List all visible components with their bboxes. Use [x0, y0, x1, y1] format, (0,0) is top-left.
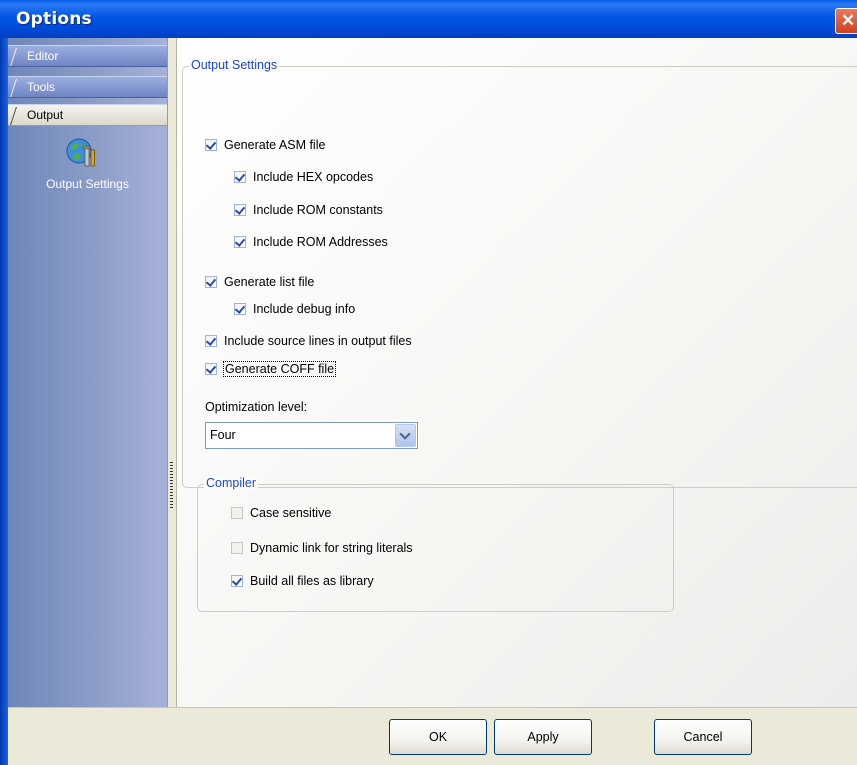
- checkbox-label: Include ROM Addresses: [253, 235, 388, 249]
- checkbox-box[interactable]: [231, 507, 243, 519]
- select-value: Four: [210, 428, 236, 442]
- checkbox-box[interactable]: [205, 276, 217, 288]
- checkbox-generate-coff-file[interactable]: Generate COFF file: [205, 359, 337, 379]
- checkbox-include-hex-opcodes[interactable]: Include HEX opcodes: [234, 167, 373, 187]
- sidebar-tab-label: Editor: [27, 49, 59, 63]
- window-title: Options: [16, 9, 92, 29]
- settings-panel: Output Settings Generate ASM file Includ…: [176, 38, 857, 707]
- checkbox-label: Generate COFF file: [222, 361, 337, 377]
- checkbox-label: Case sensitive: [250, 506, 332, 520]
- chevron-down-icon[interactable]: [395, 424, 416, 447]
- checkbox-generate-list-file[interactable]: Generate list file: [205, 272, 314, 292]
- checkbox-include-rom-constants[interactable]: Include ROM constants: [234, 200, 383, 220]
- checkbox-box[interactable]: [205, 139, 217, 151]
- checkbox-dynamic-link[interactable]: Dynamic link for string literals: [231, 538, 413, 558]
- tab-edge-icon: [10, 48, 25, 66]
- checkbox-box[interactable]: [234, 236, 246, 248]
- tab-edge-icon: [10, 79, 25, 97]
- checkbox-box[interactable]: [205, 335, 217, 347]
- checkbox-label: Include ROM constants: [253, 203, 383, 217]
- checkbox-include-source-lines[interactable]: Include source lines in output files: [205, 331, 412, 351]
- sidebar-tab-editor[interactable]: Editor: [8, 45, 167, 67]
- checkbox-build-all-as-library[interactable]: Build all files as library: [231, 571, 374, 591]
- cancel-button[interactable]: Cancel: [654, 719, 752, 755]
- splitter[interactable]: [167, 38, 176, 707]
- checkbox-box[interactable]: [234, 303, 246, 315]
- sidebar-item-output-settings[interactable]: Output Settings: [8, 136, 167, 216]
- checkbox-label: Include debug info: [253, 302, 356, 316]
- checkbox-label: Include source lines in output files: [224, 334, 412, 348]
- checkbox-box[interactable]: [205, 363, 217, 375]
- checkbox-label: Include HEX opcodes: [253, 170, 374, 184]
- checkbox-case-sensitive[interactable]: Case sensitive: [231, 503, 331, 523]
- checkbox-label: Generate list file: [224, 275, 315, 289]
- ok-button[interactable]: OK: [389, 719, 487, 755]
- sidebar-item-label: Output Settings: [46, 177, 129, 191]
- sidebar-tab-label: Output: [27, 108, 64, 122]
- group-legend: Compiler: [204, 476, 259, 490]
- checkbox-box[interactable]: [231, 542, 243, 554]
- close-icon: ✕: [840, 11, 856, 30]
- apply-button[interactable]: Apply: [494, 719, 592, 755]
- optimization-level-select[interactable]: Four: [205, 422, 418, 449]
- checkbox-label: Dynamic link for string literals: [250, 541, 413, 555]
- sidebar-tab-label: Tools: [27, 80, 56, 94]
- checkbox-include-debug-info[interactable]: Include debug info: [234, 299, 355, 319]
- output-settings-group: Output Settings Generate ASM file Includ…: [182, 58, 857, 488]
- checkbox-box[interactable]: [231, 575, 243, 587]
- sidebar-tab-output[interactable]: Output: [8, 104, 167, 126]
- output-settings-icon: [66, 138, 95, 167]
- tab-edge-icon: [10, 107, 25, 125]
- optimization-level-label: Optimization level:: [205, 400, 308, 414]
- checkbox-label: Generate ASM file: [224, 138, 326, 152]
- checkbox-box[interactable]: [234, 171, 246, 183]
- compiler-group: Compiler Case sensitive Dynamic link for…: [197, 476, 674, 612]
- checkbox-box[interactable]: [234, 204, 246, 216]
- title-bar: Options ✕: [0, 0, 857, 38]
- checkbox-include-rom-addresses[interactable]: Include ROM Addresses: [234, 232, 388, 252]
- checkbox-label: Build all files as library: [250, 574, 374, 588]
- window-frame-left: [0, 38, 8, 765]
- group-legend: Output Settings: [189, 58, 280, 72]
- button-bar: OK Apply Cancel: [8, 707, 857, 765]
- sidebar: Editor Tools Output Output Settings: [8, 38, 167, 707]
- close-button[interactable]: ✕: [835, 8, 857, 34]
- splitter-grip-icon[interactable]: [170, 462, 173, 510]
- sidebar-tab-tools[interactable]: Tools: [8, 76, 167, 98]
- checkbox-generate-asm[interactable]: Generate ASM file: [205, 135, 325, 155]
